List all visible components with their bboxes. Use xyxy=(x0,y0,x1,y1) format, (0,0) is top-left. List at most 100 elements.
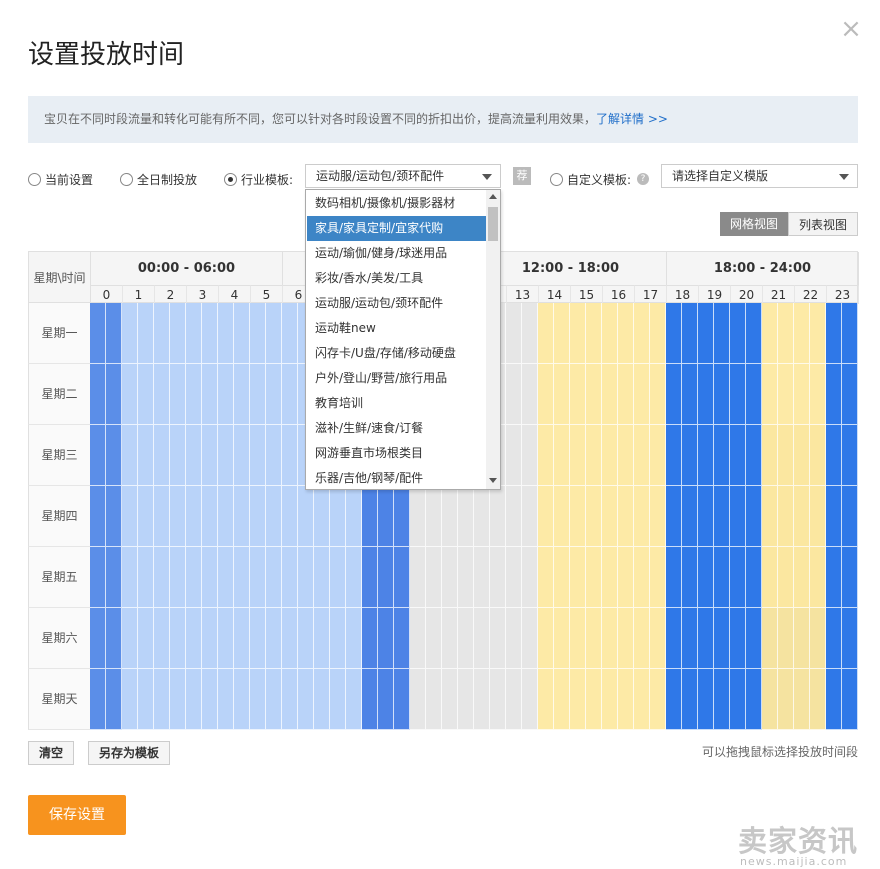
time-slot-cell[interactable] xyxy=(90,486,106,547)
time-slot-cell[interactable] xyxy=(138,608,154,669)
time-slot-cell[interactable] xyxy=(586,303,602,364)
time-slot-cell[interactable] xyxy=(730,303,746,364)
time-slot-cell[interactable] xyxy=(762,486,778,547)
time-slot-cell[interactable] xyxy=(218,486,234,547)
time-slot-cell[interactable] xyxy=(458,608,474,669)
clear-button[interactable]: 清空 xyxy=(28,741,74,765)
time-slot-cell[interactable] xyxy=(698,486,714,547)
time-slot-cell[interactable] xyxy=(474,669,490,730)
time-slot-cell[interactable] xyxy=(522,486,538,547)
dropdown-option[interactable]: 户外/登山/野营/旅行用品 xyxy=(307,366,486,391)
time-slot-cell[interactable] xyxy=(602,608,618,669)
dropdown-option[interactable]: 数码相机/摄像机/摄影器材 xyxy=(307,191,486,216)
time-slot-cell[interactable] xyxy=(282,608,298,669)
time-slot-cell[interactable] xyxy=(810,486,826,547)
time-slot-cell[interactable] xyxy=(186,303,202,364)
time-slot-cell[interactable] xyxy=(282,364,298,425)
list-view-button[interactable]: 列表视图 xyxy=(788,212,858,236)
time-slot-cell[interactable] xyxy=(794,547,810,608)
time-slot-cell[interactable] xyxy=(394,608,410,669)
time-slot-cell[interactable] xyxy=(458,486,474,547)
time-slot-cell[interactable] xyxy=(778,669,794,730)
time-slot-cell[interactable] xyxy=(314,547,330,608)
time-slot-cell[interactable] xyxy=(554,425,570,486)
dropdown-option[interactable]: 滋补/生鲜/速食/订餐 xyxy=(307,416,486,441)
dropdown-option[interactable]: 运动/瑜伽/健身/球迷用品 xyxy=(307,241,486,266)
time-slot-cell[interactable] xyxy=(282,425,298,486)
time-slot-cell[interactable] xyxy=(698,364,714,425)
time-slot-cell[interactable] xyxy=(746,547,762,608)
time-slot-cell[interactable] xyxy=(410,486,426,547)
time-slot-cell[interactable] xyxy=(234,669,250,730)
time-slot-cell[interactable] xyxy=(202,669,218,730)
time-slot-cell[interactable] xyxy=(602,425,618,486)
time-slot-cell[interactable] xyxy=(554,547,570,608)
time-slot-cell[interactable] xyxy=(682,425,698,486)
time-slot-cell[interactable] xyxy=(602,669,618,730)
time-slot-cell[interactable] xyxy=(714,303,730,364)
time-slot-cell[interactable] xyxy=(618,303,634,364)
time-slot-cell[interactable] xyxy=(250,608,266,669)
time-slot-cell[interactable] xyxy=(362,486,378,547)
time-slot-cell[interactable] xyxy=(538,364,554,425)
time-slot-cell[interactable] xyxy=(810,669,826,730)
time-slot-cell[interactable] xyxy=(170,486,186,547)
time-slot-cell[interactable] xyxy=(746,303,762,364)
time-slot-cell[interactable] xyxy=(810,547,826,608)
time-slot-cell[interactable] xyxy=(202,486,218,547)
time-slot-cell[interactable] xyxy=(186,486,202,547)
time-slot-cell[interactable] xyxy=(634,547,650,608)
help-icon[interactable]: ? xyxy=(637,173,649,185)
time-slot-cell[interactable] xyxy=(410,608,426,669)
time-slot-cell[interactable] xyxy=(138,364,154,425)
time-slot-cell[interactable] xyxy=(362,608,378,669)
time-slot-cell[interactable] xyxy=(506,486,522,547)
time-slot-cell[interactable] xyxy=(474,486,490,547)
time-slot-cell[interactable] xyxy=(314,608,330,669)
time-slot-cell[interactable] xyxy=(586,608,602,669)
time-slot-cell[interactable] xyxy=(538,547,554,608)
time-slot-cell[interactable] xyxy=(714,486,730,547)
time-slot-cell[interactable] xyxy=(506,303,522,364)
time-slot-cell[interactable] xyxy=(682,303,698,364)
radio-custom[interactable] xyxy=(550,173,563,186)
time-slot-cell[interactable] xyxy=(682,364,698,425)
dropdown-option[interactable]: 运动服/运动包/颈环配件 xyxy=(307,291,486,316)
time-slot-cell[interactable] xyxy=(842,608,858,669)
time-slot-cell[interactable] xyxy=(826,669,842,730)
time-slot-cell[interactable] xyxy=(186,608,202,669)
time-slot-cell[interactable] xyxy=(634,669,650,730)
time-slot-cell[interactable] xyxy=(138,425,154,486)
time-slot-cell[interactable] xyxy=(682,669,698,730)
time-slot-cell[interactable] xyxy=(570,547,586,608)
close-icon[interactable]: × xyxy=(838,16,864,42)
time-slot-cell[interactable] xyxy=(666,364,682,425)
time-slot-cell[interactable] xyxy=(266,669,282,730)
time-slot-cell[interactable] xyxy=(90,364,106,425)
time-slot-cell[interactable] xyxy=(522,364,538,425)
option-all-day[interactable]: 全日制投放 xyxy=(120,171,197,188)
time-slot-cell[interactable] xyxy=(234,486,250,547)
time-slot-cell[interactable] xyxy=(154,486,170,547)
time-slot-cell[interactable] xyxy=(186,669,202,730)
time-slot-cell[interactable] xyxy=(666,486,682,547)
time-slot-cell[interactable] xyxy=(682,547,698,608)
time-slot-cell[interactable] xyxy=(266,608,282,669)
time-slot-cell[interactable] xyxy=(122,364,138,425)
time-slot-cell[interactable] xyxy=(426,608,442,669)
time-slot-cell[interactable] xyxy=(218,364,234,425)
time-slot-cell[interactable] xyxy=(122,486,138,547)
time-slot-cell[interactable] xyxy=(298,547,314,608)
time-slot-cell[interactable] xyxy=(554,486,570,547)
time-slot-cell[interactable] xyxy=(794,364,810,425)
time-slot-cell[interactable] xyxy=(570,486,586,547)
time-slot-cell[interactable] xyxy=(842,669,858,730)
time-slot-cell[interactable] xyxy=(298,608,314,669)
time-slot-cell[interactable] xyxy=(730,669,746,730)
time-slot-cell[interactable] xyxy=(698,608,714,669)
time-slot-cell[interactable] xyxy=(714,425,730,486)
time-slot-cell[interactable] xyxy=(538,486,554,547)
time-slot-cell[interactable] xyxy=(90,547,106,608)
time-slot-cell[interactable] xyxy=(682,486,698,547)
time-slot-cell[interactable] xyxy=(778,547,794,608)
